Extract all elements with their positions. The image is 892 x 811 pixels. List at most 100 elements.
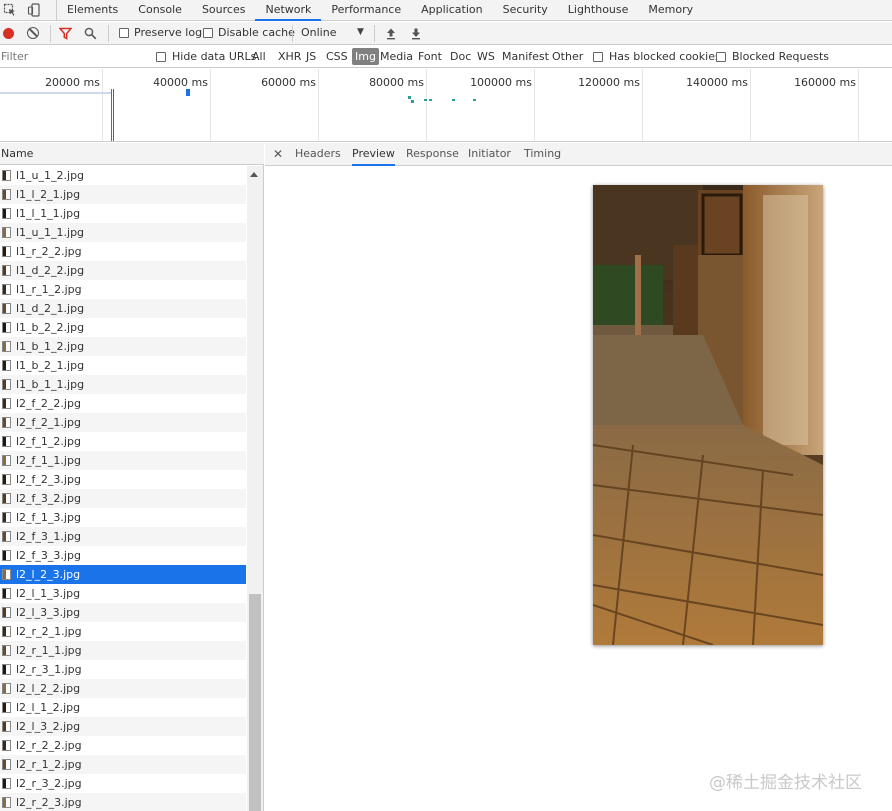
request-name: l1_b_1_2.jpg xyxy=(16,340,85,353)
request-row[interactable]: l2_r_2_3.jpg xyxy=(0,793,246,811)
tab-security[interactable]: Security xyxy=(493,0,558,21)
request-name: l1_r_1_2.jpg xyxy=(16,283,82,296)
throttling-select[interactable]: Online xyxy=(301,26,336,39)
image-thumbnail-icon xyxy=(2,379,11,390)
type-filter-all[interactable]: All xyxy=(252,50,266,63)
request-row[interactable]: l2_f_2_1.jpg xyxy=(0,413,246,432)
request-row[interactable]: l2_l_3_2.jpg xyxy=(0,717,246,736)
request-name: l1_r_2_2.jpg xyxy=(16,245,82,258)
request-row[interactable]: l2_f_2_3.jpg xyxy=(0,470,246,489)
type-filter-img[interactable]: Img xyxy=(352,48,379,65)
type-filter-js[interactable]: JS xyxy=(306,50,316,63)
request-row[interactable]: l2_r_2_1.jpg xyxy=(0,622,246,641)
type-filter-ws[interactable]: WS xyxy=(477,50,495,63)
request-row[interactable]: l2_r_2_2.jpg xyxy=(0,736,246,755)
tab-memory[interactable]: Memory xyxy=(638,0,703,21)
request-list-scrollbar[interactable] xyxy=(247,166,263,811)
request-row[interactable]: l1_r_2_2.jpg xyxy=(0,242,246,261)
request-row[interactable]: l2_f_1_2.jpg xyxy=(0,432,246,451)
filter-bar: Hide data URLs All XHR JS CSS ImgMedia Font Do… xyxy=(0,46,892,68)
tab-network[interactable]: Network xyxy=(255,0,322,21)
export-har-icon[interactable] xyxy=(410,27,422,40)
request-row[interactable]: l2_f_3_2.jpg xyxy=(0,489,246,508)
request-row[interactable]: l2_l_2_2.jpg xyxy=(0,679,246,698)
request-bar xyxy=(0,92,112,94)
image-thumbnail-icon xyxy=(2,778,11,789)
request-name: l1_d_2_1.jpg xyxy=(16,302,85,315)
type-filter-media[interactable]: Media xyxy=(380,50,413,63)
device-toolbar-icon[interactable] xyxy=(27,3,41,17)
type-filter-doc[interactable]: Doc xyxy=(450,50,471,63)
type-filter-other[interactable]: Other xyxy=(552,50,583,63)
tab-application[interactable]: Application xyxy=(411,0,492,21)
dropdown-arrow-icon[interactable]: ▼ xyxy=(357,27,364,37)
name-column-header[interactable]: Name xyxy=(0,143,264,165)
detail-tab-initiator[interactable]: Initiator xyxy=(468,143,511,166)
type-filter-manifest[interactable]: Manifest xyxy=(502,50,549,63)
tab-lighthouse[interactable]: Lighthouse xyxy=(558,0,639,21)
dom-content-loaded-line xyxy=(111,89,112,141)
request-row[interactable]: l2_r_1_1.jpg xyxy=(0,641,246,660)
clear-icon[interactable] xyxy=(27,27,39,39)
record-icon[interactable] xyxy=(3,28,14,39)
request-row[interactable]: l2_l_3_3.jpg xyxy=(0,603,246,622)
request-name: l2_r_2_3.jpg xyxy=(16,796,82,809)
tab-console[interactable]: Console xyxy=(128,0,192,21)
filter-icon[interactable] xyxy=(59,27,72,40)
import-har-icon[interactable] xyxy=(385,27,397,40)
detail-tab-headers[interactable]: Headers xyxy=(295,143,341,166)
request-row[interactable]: l2_f_1_3.jpg xyxy=(0,508,246,527)
request-dot xyxy=(424,99,427,101)
image-thumbnail-icon xyxy=(2,265,11,276)
scrollbar-thumb[interactable] xyxy=(249,594,261,811)
request-row[interactable]: l1_l_2_1.jpg xyxy=(0,185,246,204)
has-blocked-cookies-checkbox[interactable] xyxy=(593,52,603,62)
request-row[interactable]: l2_f_2_2.jpg xyxy=(0,394,246,413)
tab-sources[interactable]: Sources xyxy=(192,0,256,21)
request-row[interactable]: l1_b_2_2.jpg xyxy=(0,318,246,337)
request-row[interactable]: l1_u_1_2.jpg xyxy=(0,166,246,185)
request-row[interactable]: l1_l_1_1.jpg xyxy=(0,204,246,223)
type-filter-css[interactable]: CSS xyxy=(326,50,348,63)
request-row[interactable]: l2_l_1_3.jpg xyxy=(0,584,246,603)
search-icon[interactable] xyxy=(84,27,97,40)
request-row[interactable]: l2_f_3_1.jpg xyxy=(0,527,246,546)
image-thumbnail-icon xyxy=(2,360,11,371)
filter-input[interactable] xyxy=(0,48,146,65)
request-row[interactable]: l2_l_1_2.jpg xyxy=(0,698,246,717)
detail-tab-timing[interactable]: Timing xyxy=(524,143,561,166)
detail-tabs: ✕ Headers Preview Response Initiator Timing xyxy=(265,143,892,166)
type-filter-font[interactable]: Font xyxy=(418,50,442,63)
hide-data-urls-checkbox[interactable] xyxy=(156,52,166,62)
request-row[interactable]: l1_d_2_2.jpg xyxy=(0,261,246,280)
request-row[interactable]: l2_r_3_1.jpg xyxy=(0,660,246,679)
request-row[interactable]: l2_l_2_3.jpg xyxy=(0,565,246,584)
request-row[interactable]: l1_b_1_2.jpg xyxy=(0,337,246,356)
request-row[interactable]: l1_r_1_2.jpg xyxy=(0,280,246,299)
image-thumbnail-icon xyxy=(2,531,11,542)
request-name: l2_r_3_1.jpg xyxy=(16,663,82,676)
inspect-element-icon[interactable] xyxy=(3,3,17,17)
timeline-tick-label: 100000 ms xyxy=(470,76,532,89)
request-row[interactable]: l1_b_1_1.jpg xyxy=(0,375,246,394)
detail-tab-response[interactable]: Response xyxy=(406,143,459,166)
request-row[interactable]: l2_r_3_2.jpg xyxy=(0,774,246,793)
blocked-requests-checkbox[interactable] xyxy=(716,52,726,62)
type-filter-xhr[interactable]: XHR xyxy=(278,50,301,63)
toolbar-divider xyxy=(292,25,293,42)
close-icon[interactable]: ✕ xyxy=(273,147,283,161)
request-row[interactable]: l1_d_2_1.jpg xyxy=(0,299,246,318)
request-row[interactable]: l2_f_3_3.jpg xyxy=(0,546,246,565)
request-row[interactable]: l1_u_1_1.jpg xyxy=(0,223,246,242)
request-dot xyxy=(408,96,411,99)
tab-elements[interactable]: Elements xyxy=(57,0,128,21)
request-row[interactable]: l2_r_1_2.jpg xyxy=(0,755,246,774)
preserve-log-checkbox[interactable] xyxy=(119,28,129,38)
disable-cache-checkbox[interactable] xyxy=(203,28,213,38)
request-row[interactable]: l1_b_2_1.jpg xyxy=(0,356,246,375)
timeline-overview[interactable]: 20000 ms 40000 ms 60000 ms 80000 ms 100000 m… xyxy=(0,69,892,142)
detail-tab-preview[interactable]: Preview xyxy=(352,143,395,166)
scroll-up-icon[interactable] xyxy=(250,172,258,177)
tab-performance[interactable]: Performance xyxy=(321,0,411,21)
request-row[interactable]: l2_f_1_1.jpg xyxy=(0,451,246,470)
